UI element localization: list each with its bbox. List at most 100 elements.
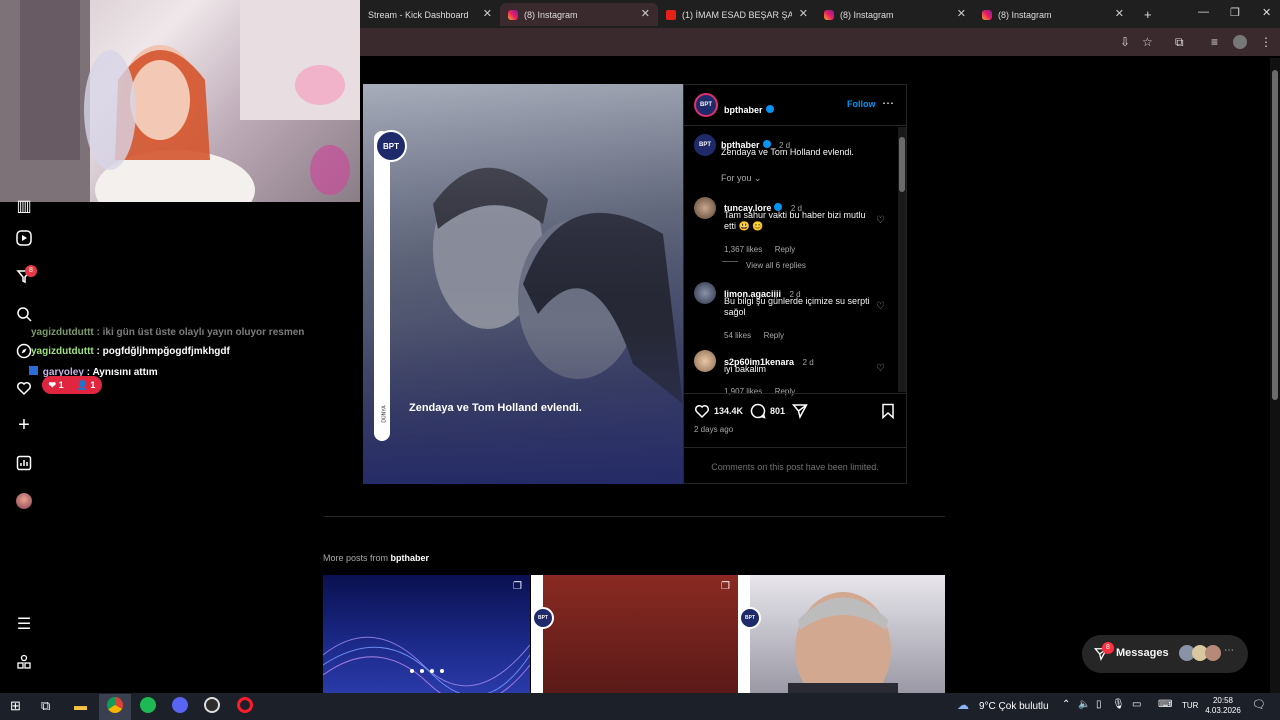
chat-username: yagizdutduttt (31, 327, 94, 338)
more-options-icon[interactable]: ⋯ (882, 96, 894, 110)
network-icon[interactable]: ▭ (1132, 699, 1141, 710)
tab-instagram-3[interactable]: (8) Instagram ✕ (974, 3, 1132, 26)
vertical-label-bar (531, 575, 543, 693)
page-scrollbar[interactable] (1270, 58, 1280, 693)
caption-avatar[interactable]: BPT (694, 134, 716, 156)
carousel-icon: ❐ (513, 581, 522, 592)
volume-icon[interactable]: 🔈 (1078, 699, 1090, 710)
task-view-icon[interactable]: ⧉ (41, 698, 50, 714)
heart-icon[interactable] (14, 378, 34, 398)
file-explorer-icon[interactable]: ▬ (74, 698, 87, 713)
more-post-thumbnail[interactable]: BPT ❐ (531, 575, 738, 693)
comment-button[interactable] (750, 403, 766, 424)
tab-kick-dashboard[interactable]: Stream - Kick Dashboard ✕ (360, 3, 500, 26)
weather-text[interactable]: 9°C Çok bulutlu (979, 701, 1049, 712)
windows-start-icon[interactable]: ⊞ (10, 698, 21, 714)
comments-scrollbar[interactable] (898, 127, 906, 392)
close-icon[interactable]: ✕ (957, 7, 966, 20)
reply-button[interactable]: Reply (764, 331, 784, 340)
chat-text: : pogfdğljhmpğogdfjmkhgdf (96, 346, 230, 357)
close-icon[interactable]: ✕ (799, 7, 808, 20)
weather-icon[interactable]: ☁ (957, 698, 969, 712)
more-post-thumbnail[interactable]: ❐ (323, 575, 530, 693)
search-icon[interactable] (14, 304, 34, 324)
tab-instagram-2[interactable]: (8) Instagram ✕ (816, 3, 974, 26)
vertical-label: DÜNYA (381, 405, 388, 423)
restore-icon[interactable]: ❐ (1230, 6, 1240, 19)
spotify-icon[interactable] (140, 697, 156, 713)
page-scrollbar-thumb[interactable] (1272, 70, 1278, 400)
window-close-icon[interactable]: ✕ (1262, 6, 1271, 19)
account-name[interactable]: bpthaber (724, 100, 774, 118)
obs-icon[interactable] (204, 697, 220, 713)
scrollbar-thumb[interactable] (899, 137, 905, 192)
like-comment-icon[interactable]: ♡ (876, 215, 885, 226)
create-plus-icon[interactable]: + (14, 414, 34, 436)
tray-chevron-icon[interactable]: ⌃ (1062, 699, 1070, 710)
play-icon[interactable] (14, 228, 34, 248)
more-posts-account[interactable]: bpthaber (391, 553, 430, 563)
post-date: 2 days ago (694, 425, 734, 434)
vertical-label-bar (738, 575, 750, 693)
follow-button[interactable]: Follow (847, 99, 876, 109)
more-post-thumbnail[interactable]: BPT (738, 575, 945, 693)
messages-button[interactable]: 8 Messages ⋯ (1082, 635, 1248, 673)
discord-icon[interactable] (172, 697, 188, 713)
tab-instagram-active[interactable]: (8) Instagram ✕ (500, 3, 658, 26)
bookmark-star-icon[interactable]: ☆ (1142, 35, 1153, 49)
save-button[interactable] (881, 403, 895, 424)
view-replies-button[interactable]: View all 6 replies (746, 261, 806, 270)
opera-icon[interactable] (237, 697, 253, 713)
comment-time: 2 d (802, 358, 814, 367)
reply-button[interactable]: Reply (775, 387, 795, 396)
reply-button[interactable]: Reply (775, 245, 795, 254)
tab-youtube[interactable]: (1) İMAM ESAD BEŞAR ŞARKISI ✕ (658, 3, 816, 26)
webcam-image (0, 0, 360, 202)
media-control-icon[interactable]: ≡ (1211, 35, 1218, 49)
comment-likes[interactable]: 54 likes (724, 331, 751, 340)
like-count[interactable]: 134.4K (714, 406, 743, 416)
comment-text: Tam sahur vakti bu haber bizi mutlu etti… (724, 210, 866, 231)
profile-avatar[interactable] (14, 491, 34, 511)
comment-avatar[interactable] (694, 282, 716, 304)
heart-icon (694, 404, 710, 419)
comment-likes[interactable]: 1,367 likes (724, 245, 762, 254)
close-icon[interactable]: ✕ (1115, 7, 1124, 20)
language-indicator[interactable]: TUR (1182, 701, 1198, 710)
install-app-icon[interactable]: ⇩ (1120, 35, 1130, 49)
post-image[interactable]: DÜNYA BPT Zendaya ve Tom Holland evlendi… (363, 84, 683, 484)
notification-center-icon[interactable]: 🗨 (1252, 698, 1266, 711)
comment-avatar[interactable] (694, 197, 716, 219)
apps-icon[interactable] (14, 652, 34, 672)
tab-label: (8) Instagram (524, 9, 578, 20)
menu-icon[interactable]: ☰ (14, 614, 34, 634)
new-tab-button[interactable]: + (1136, 3, 1152, 26)
close-icon[interactable]: ✕ (483, 7, 492, 20)
bpt-logo: BPT (532, 607, 554, 629)
divider (684, 447, 906, 448)
comment-avatar[interactable] (694, 350, 716, 372)
account-avatar[interactable]: BPT (694, 93, 718, 117)
grid-icon[interactable]: ▥ (14, 196, 34, 216)
extensions-icon[interactable]: ⧉ (1175, 35, 1184, 50)
close-icon[interactable]: ✕ (641, 7, 650, 20)
minimize-icon[interactable]: — (1198, 6, 1209, 18)
chat-message: yagizdutduttt : pogfdğljhmpğogdfjmkhgdf (31, 346, 230, 357)
device-icon[interactable]: ▯ (1096, 699, 1102, 710)
more-posts-prefix: More posts from (323, 553, 391, 563)
microphone-icon[interactable]: 🎙 (1112, 699, 1125, 710)
like-button[interactable] (694, 403, 710, 424)
browser-menu-icon[interactable]: ⋮ (1260, 35, 1272, 49)
sort-dropdown[interactable]: For you ⌄ (721, 173, 762, 184)
chat-text: : iki gün üst üste olaylı yayın oluyor r… (96, 327, 305, 338)
clock[interactable]: 20:58 4.03.2026 (1203, 696, 1243, 716)
share-button[interactable] (791, 403, 808, 424)
profile-avatar[interactable] (1233, 35, 1247, 49)
like-comment-icon[interactable]: ♡ (876, 363, 885, 374)
comment-likes[interactable]: 1,907 likes (724, 387, 762, 396)
chrome-icon[interactable] (107, 697, 123, 713)
like-comment-icon[interactable]: ♡ (876, 301, 885, 312)
keyboard-icon[interactable]: ⌨ (1158, 699, 1172, 710)
account-handle[interactable]: bpthaber (724, 105, 763, 115)
analytics-icon[interactable] (14, 453, 34, 473)
